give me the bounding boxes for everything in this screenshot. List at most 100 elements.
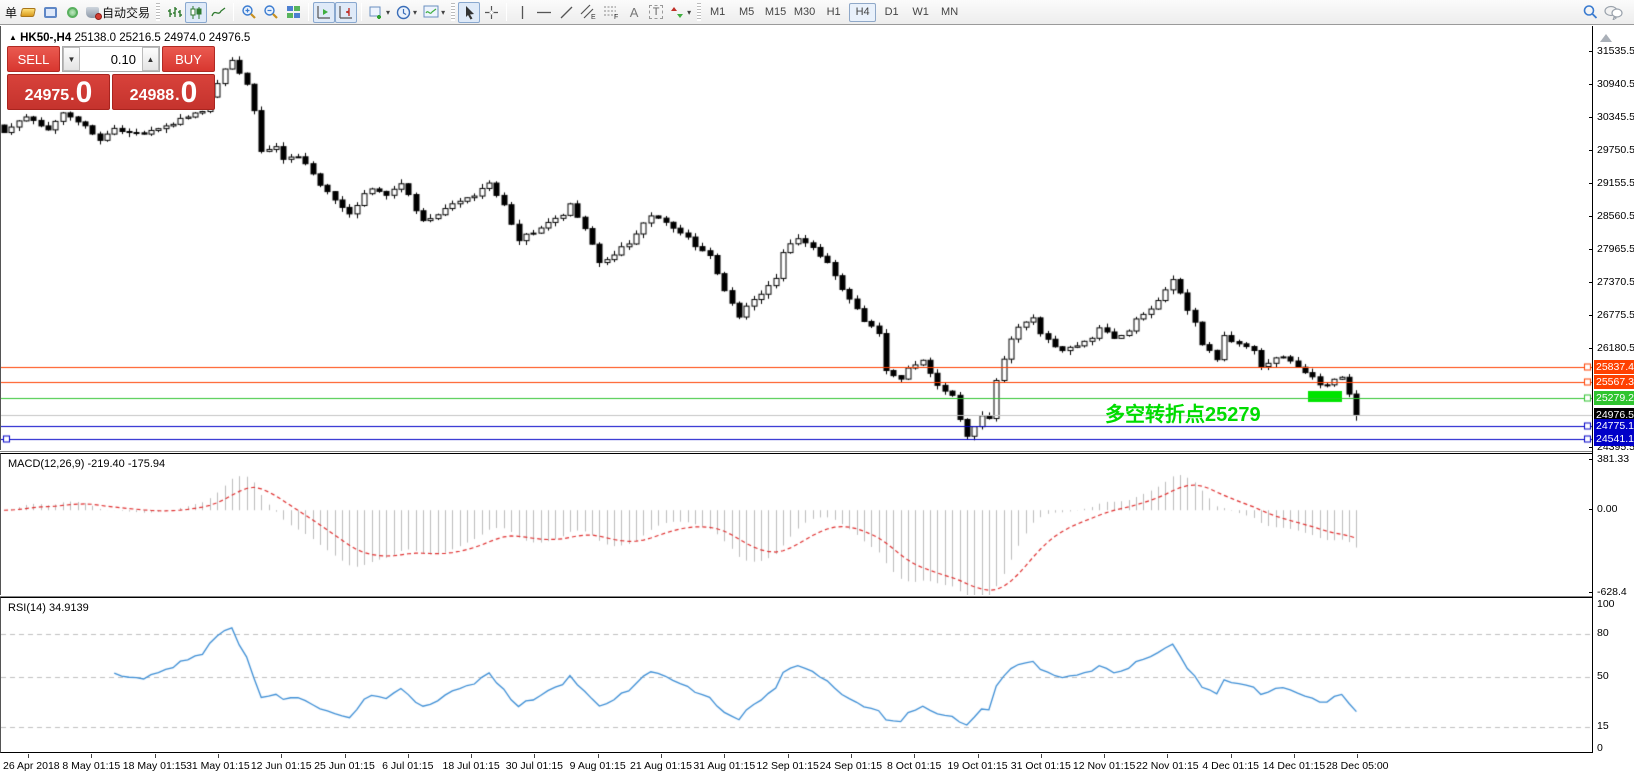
axis-tick	[1589, 51, 1593, 52]
zoom-out-button[interactable]	[260, 2, 282, 23]
text-button[interactable]: A	[623, 2, 645, 23]
time-axis-label: 22 Nov 01:15	[1136, 760, 1198, 772]
gold-book-icon	[20, 8, 36, 17]
fibo-letter: F	[614, 14, 618, 20]
volume-decrease-button[interactable]: ▼	[63, 47, 80, 71]
timeframe-button-mn[interactable]: MN	[936, 3, 963, 22]
chart-title-bar[interactable]: ▲ HK50-,H4 25138.0 25216.5 24974.0 24976…	[9, 32, 250, 44]
trendline-button[interactable]	[555, 2, 577, 23]
collapse-triangle-icon[interactable]: ▲	[9, 33, 17, 42]
macd-canvas[interactable]	[1, 454, 1593, 595]
timeframe-button-h4[interactable]: H4	[849, 3, 876, 22]
hline-price-tag[interactable]: 25837.4	[1594, 360, 1634, 374]
timeframe-button-d1[interactable]: D1	[878, 3, 905, 22]
text-label-button[interactable]: T	[645, 2, 667, 23]
timeframe-button-h1[interactable]: H1	[820, 3, 847, 22]
sell-price-int: 24975	[25, 85, 70, 107]
chart-shift-icon	[338, 5, 354, 20]
price-axis-label: 30345.5	[1597, 111, 1634, 123]
templates-button[interactable]: ▾	[420, 2, 448, 23]
hline-price-tag[interactable]: 24541.1	[1594, 432, 1634, 446]
timeframe-button-m1[interactable]: M1	[704, 3, 731, 22]
buy-button[interactable]: BUY	[162, 46, 215, 72]
timeframe-button-m30[interactable]: M30	[791, 3, 818, 22]
time-axis-label: 12 Jun 01:15	[251, 760, 312, 772]
separator	[361, 3, 362, 21]
vertical-line-button[interactable]	[511, 2, 533, 23]
separator	[506, 3, 507, 21]
zoom-out-icon	[263, 4, 279, 20]
chat-icon	[1604, 5, 1623, 20]
chart-shift-button[interactable]	[335, 2, 357, 23]
macd-axis-label: 381.33	[1597, 453, 1629, 465]
line-chart-button[interactable]	[207, 2, 229, 23]
search-button[interactable]	[1579, 2, 1601, 23]
axis-tick	[1589, 459, 1593, 460]
crosshair-button[interactable]	[480, 2, 502, 23]
periods-button[interactable]: ▾	[393, 2, 420, 23]
buy-price-button[interactable]: 24988 . 0	[112, 74, 215, 110]
hline-price-tag[interactable]: 25279.2	[1594, 391, 1634, 405]
bar-chart-button[interactable]	[163, 2, 185, 23]
new-order-label-clipped[interactable]: 单	[5, 4, 17, 21]
toolbar-grip[interactable]	[156, 3, 160, 21]
sell-price-button[interactable]: 24975 . 0	[7, 74, 110, 110]
scroll-up-icon[interactable]	[1600, 34, 1612, 42]
volume-increase-button[interactable]: ▲	[142, 47, 159, 71]
rsi-axis-label: 80	[1597, 627, 1609, 639]
axis-tick	[1589, 216, 1593, 217]
main-chart-panel: ▲ HK50-,H4 25138.0 25216.5 24974.0 24976…	[0, 26, 1592, 450]
chat-button[interactable]	[1601, 2, 1626, 23]
axis-tick	[1589, 282, 1593, 283]
equidistant-channel-button[interactable]: E	[577, 2, 600, 23]
time-tick	[471, 754, 472, 758]
panel-splitter[interactable]	[0, 451, 1634, 452]
time-axis[interactable]: 26 Apr 20188 May 01:1518 May 01:1531 May…	[0, 754, 1634, 774]
axis-tick	[1589, 447, 1593, 448]
rsi-axis-label: 50	[1597, 670, 1609, 682]
sell-button[interactable]: SELL	[7, 46, 60, 72]
buy-price-dot: .	[175, 85, 179, 107]
time-axis-label: 24 Sep 01:15	[820, 760, 882, 772]
autotrade-icon	[86, 7, 99, 18]
candlestick-chart-button[interactable]	[185, 2, 207, 23]
arrows-button[interactable]: ▾	[667, 2, 694, 23]
time-tick	[408, 754, 409, 758]
volume-input[interactable]: 0.10	[80, 47, 142, 71]
axis-tick	[1589, 117, 1593, 118]
axis-tick	[1589, 348, 1593, 349]
template-icon	[423, 5, 439, 19]
macd-panel: MACD(12,26,9) -219.40 -175.94	[0, 453, 1592, 595]
timeframe-button-w1[interactable]: W1	[907, 3, 934, 22]
timeframe-button-m5[interactable]: M5	[733, 3, 760, 22]
new-window-icon[interactable]	[39, 2, 61, 23]
time-axis-label: 31 May 01:15	[186, 760, 250, 772]
axis-tick	[1589, 150, 1593, 151]
rsi-canvas[interactable]	[1, 598, 1593, 752]
signals-icon[interactable]	[61, 2, 83, 23]
cursor-button[interactable]	[458, 2, 480, 23]
price-axis-label: 29750.5	[1597, 144, 1634, 156]
rsi-panel: RSI(14) 34.9139	[0, 597, 1592, 753]
autotrade-button[interactable]: 自动交易	[83, 2, 153, 23]
tile-windows-button[interactable]	[282, 2, 304, 23]
chart-annotation-text[interactable]: 多空转折点25279	[1105, 398, 1261, 427]
toolbar-grip[interactable]	[697, 3, 701, 21]
timeframe-button-m15[interactable]: M15	[762, 3, 789, 22]
price-axis[interactable]: 31535.530940.530345.529750.529155.528560…	[1592, 26, 1634, 753]
new-chart-button[interactable]: ▾	[366, 2, 393, 23]
horizontal-line-button[interactable]	[533, 2, 555, 23]
main-chart-canvas[interactable]	[1, 26, 1593, 450]
zoom-in-button[interactable]	[238, 2, 260, 23]
toolbar-grip[interactable]	[451, 3, 455, 21]
hline-price-tag[interactable]: 25567.3	[1594, 375, 1634, 389]
market-watch-icon[interactable]	[17, 2, 39, 23]
price-axis-label: 31535.5	[1597, 45, 1634, 57]
auto-scroll-button[interactable]	[313, 2, 335, 23]
time-axis-label: 21 Aug 01:15	[630, 760, 692, 772]
separator	[233, 3, 234, 21]
fibonacci-button[interactable]: F	[600, 2, 623, 23]
time-tick	[724, 754, 725, 758]
time-tick	[1357, 754, 1358, 758]
hline-price-tag[interactable]: 24775.1	[1594, 419, 1634, 433]
